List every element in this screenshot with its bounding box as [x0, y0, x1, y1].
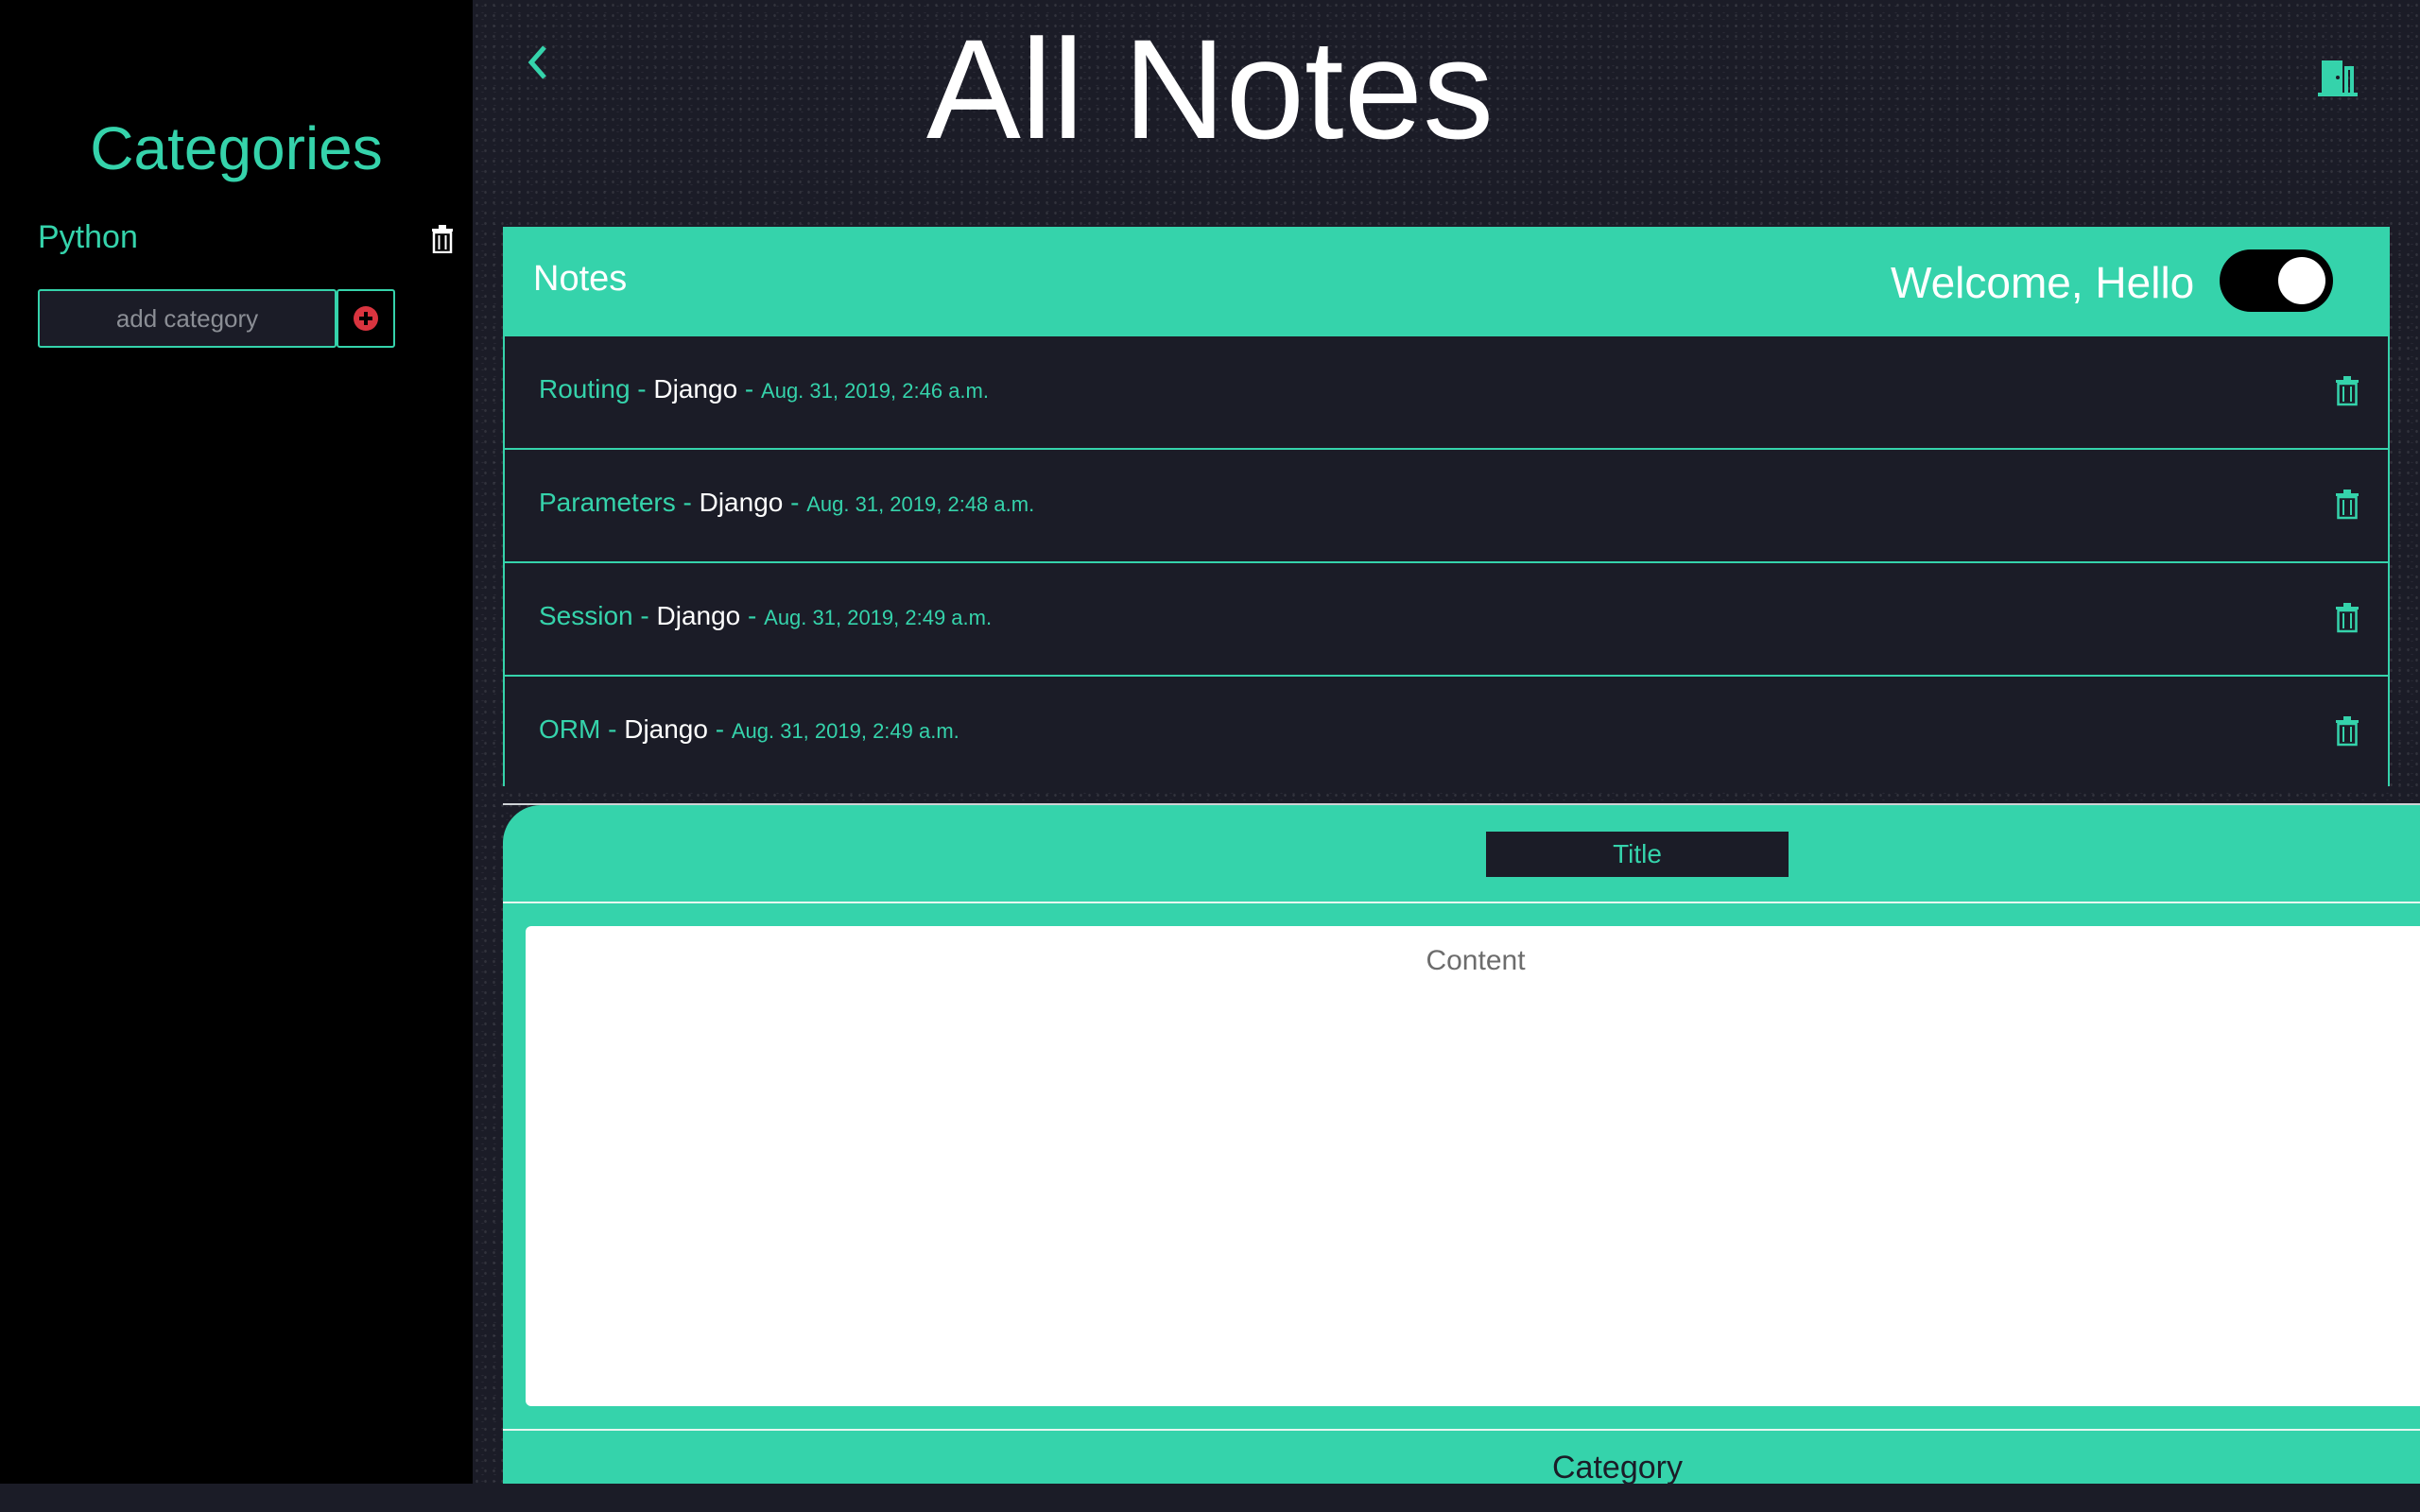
welcome-text: Welcome, Hello	[1891, 258, 2195, 307]
toggle-knob	[2278, 257, 2325, 304]
note-category: Django	[624, 714, 708, 744]
note-row[interactable]: ORM - Django - Aug. 31, 2019, 2:49 a.m.	[505, 675, 2388, 788]
note-category: Django	[699, 488, 784, 517]
note-separator: -	[707, 714, 732, 744]
note-link[interactable]: ORM - Django - Aug. 31, 2019, 2:49 a.m.	[539, 714, 959, 745]
note-separator: -	[675, 488, 700, 517]
note-row[interactable]: Routing - Django - Aug. 31, 2019, 2:46 a…	[505, 335, 2388, 448]
bottom-strip	[0, 1484, 2420, 1512]
note-row[interactable]: Parameters - Django - Aug. 31, 2019, 2:4…	[505, 448, 2388, 561]
editor-divider	[503, 1429, 2420, 1431]
note-title: Parameters	[539, 488, 676, 517]
page-title: All Notes	[925, 9, 1495, 168]
note-category: Django	[653, 374, 738, 404]
note-date: Aug. 31, 2019, 2:46 a.m.	[761, 379, 989, 403]
sidebar-title: Categories	[90, 114, 383, 182]
editor-divider	[503, 902, 2420, 903]
note-separator: -	[740, 601, 765, 630]
notes-panel: Notes Welcome, Hello Routing - Django - …	[503, 227, 2390, 788]
sidebar: Categories Python	[0, 0, 473, 1484]
note-title-input[interactable]	[1486, 832, 1789, 877]
trash-icon[interactable]	[2335, 603, 2360, 638]
note-date: Aug. 31, 2019, 2:49 a.m.	[764, 606, 993, 629]
note-row[interactable]: Session - Django - Aug. 31, 2019, 2:49 a…	[505, 561, 2388, 675]
note-date: Aug. 31, 2019, 2:49 a.m.	[731, 719, 959, 743]
note-separator: -	[783, 488, 807, 517]
door-exit-icon	[2318, 60, 2358, 96]
main-area: All Notes Notes Welcome, Hello Routing -…	[473, 0, 2420, 1486]
note-date: Aug. 31, 2019, 2:48 a.m.	[806, 492, 1035, 516]
add-category-button[interactable]	[337, 289, 395, 348]
note-category: Django	[656, 601, 741, 630]
note-title: ORM	[539, 714, 601, 744]
theme-toggle[interactable]	[2220, 249, 2333, 312]
trash-icon[interactable]	[2335, 716, 2360, 751]
note-separator: -	[600, 714, 625, 744]
trash-icon[interactable]	[2335, 376, 2360, 411]
plus-circle-icon	[354, 306, 378, 331]
add-category-input[interactable]	[38, 289, 337, 348]
note-separator: -	[737, 374, 762, 404]
note-link[interactable]: Routing - Django - Aug. 31, 2019, 2:46 a…	[539, 374, 989, 404]
note-link[interactable]: Parameters - Django - Aug. 31, 2019, 2:4…	[539, 488, 1034, 518]
trash-icon[interactable]	[2335, 490, 2360, 524]
category-item-python[interactable]: Python	[38, 215, 454, 261]
notes-header: Notes Welcome, Hello	[505, 229, 2388, 335]
note-editor: Category	[503, 805, 2420, 1486]
category-label[interactable]: Python	[38, 219, 138, 256]
note-title: Routing	[539, 374, 631, 404]
note-content-input[interactable]	[526, 926, 2420, 1406]
notes-label: Notes	[533, 259, 628, 299]
logout-button[interactable]	[2316, 57, 2360, 101]
note-link[interactable]: Session - Django - Aug. 31, 2019, 2:49 a…	[539, 601, 992, 631]
category-select-label: Category	[1552, 1450, 1683, 1486]
note-separator: -	[632, 601, 657, 630]
trash-icon[interactable]	[431, 225, 454, 258]
note-separator: -	[630, 374, 654, 404]
note-title: Session	[539, 601, 633, 630]
